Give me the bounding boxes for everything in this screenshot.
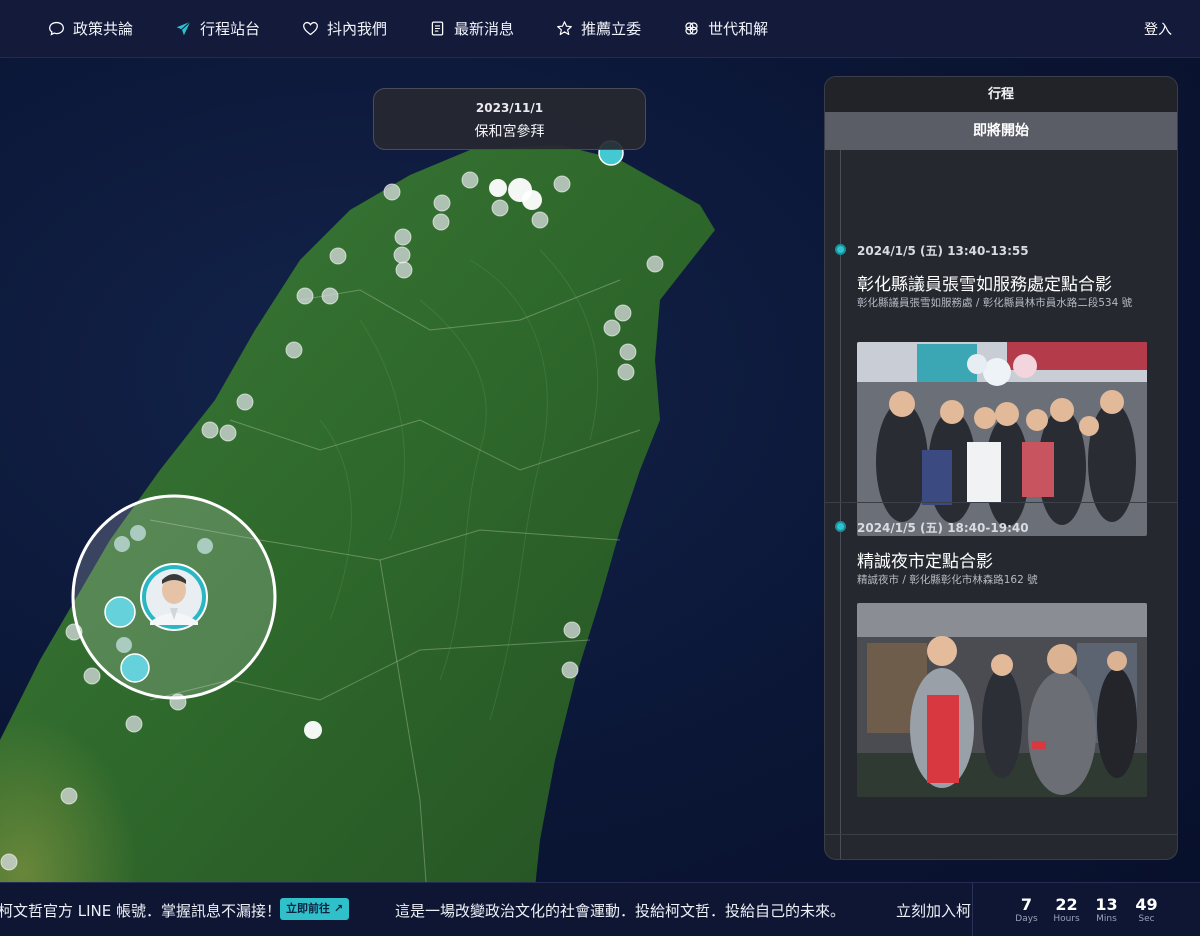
nav-item-recommend[interactable]: 推薦立委 (556, 18, 641, 39)
night-market-photo (857, 603, 1147, 797)
news-marquee: 柯文哲官方 LINE 帳號．掌握訊息不漏接！ 立即前往 ↗ 這是一場改變政治文化… (0, 883, 972, 936)
nav-item-label: 世代和解 (708, 20, 769, 38)
line-promo-text: 柯文哲官方 LINE 帳號．掌握訊息不漏接！ (0, 902, 282, 920)
event-item[interactable]: 2024/1/5 (五) 18:40-19:40 精誠夜市定點合影 精誠夜市 /… (825, 503, 1177, 833)
event-title: 彰化縣議員張雪如服務處定點合影 (857, 275, 1112, 295)
countdown-unit: Hours (1053, 914, 1080, 924)
star-icon (557, 21, 572, 36)
nav-item-label: 政策共論 (73, 20, 134, 38)
chat-bubble-icon (49, 21, 64, 36)
countdown-hours: 22 Hours (1050, 896, 1084, 925)
slogan-text: 這是一場改變政治文化的社會運動．投給柯文哲．投給自己的未來。 (395, 902, 846, 920)
paper-plane-icon (176, 21, 191, 36)
login-button[interactable]: 登入 (1144, 19, 1172, 39)
countdown-value: 13 (1095, 895, 1118, 914)
nav-item-label: 推薦立委 (581, 20, 642, 38)
nav-item-label: 行程站台 (200, 20, 261, 38)
countdown-unit: Mins (1096, 914, 1117, 924)
tooltip-title: 保和宮參拜 (474, 124, 545, 140)
nav-item-donate[interactable]: 抖內我們 (302, 18, 387, 39)
heart-icon (303, 21, 318, 36)
countdown-mins: 13 Mins (1090, 896, 1124, 925)
nav-item-policy[interactable]: 政策共論 (48, 18, 133, 39)
event-photo[interactable] (857, 603, 1147, 797)
event-place: 精誠夜市 / 彰化縣彰化市林森路162 號 (857, 574, 1038, 586)
interlock-icon (685, 22, 698, 35)
panel-header: 行程 (825, 77, 1177, 112)
countdown-unit: Sec (1138, 914, 1155, 924)
location-tooltip: 2023/11/1 保和宮參拜 (373, 88, 646, 150)
event-title: 精誠夜市定點合影 (857, 552, 993, 572)
event-time: 2024/1/5 (五) 13:40-13:55 (857, 244, 1029, 258)
countdown-sec: 49 Sec (1130, 896, 1164, 925)
event-separator (825, 834, 1177, 835)
nav-item-news[interactable]: 最新消息 (429, 18, 514, 39)
nav-item-label: 抖內我們 (327, 20, 388, 38)
document-icon (431, 21, 444, 36)
countdown-value: 49 (1135, 895, 1158, 914)
countdown-value: 7 (1020, 895, 1033, 914)
countdown-days: 7 Days (1010, 896, 1044, 925)
timeline-dot (835, 244, 846, 255)
nav-item-label: 最新消息 (454, 20, 515, 38)
avatar-marker (140, 563, 208, 631)
countdown-timer: 7 Days 22 Hours 13 Mins 49 Sec (972, 883, 1200, 936)
join-link[interactable]: 立刻加入柯 (896, 900, 971, 921)
event-time: 2024/1/5 (五) 18:40-19:40 (857, 521, 1029, 535)
panel-subheader: 即將開始 (825, 112, 1177, 150)
nav-item-reconcile[interactable]: 世代和解 (683, 18, 768, 39)
schedule-panel: 行程 即將開始 2024/1/5 (五) 13:40-13:55 彰化縣議員張雪… (824, 76, 1178, 860)
event-place: 彰化縣議員張雪如服務處 / 彰化縣員林市員水路二段534 號 (857, 297, 1133, 309)
goto-line-button[interactable]: 立即前往 ↗ (280, 898, 350, 920)
timeline-dot (835, 521, 846, 532)
event-item[interactable]: 2024/1/5 (五) 13:40-13:55 彰化縣議員張雪如服務處定點合影… (825, 150, 1177, 536)
countdown-unit: Days (1015, 914, 1038, 924)
tooltip-date: 2023/11/1 (475, 101, 544, 115)
bottom-bar: 柯文哲官方 LINE 帳號．掌握訊息不漏接！ 立即前往 ↗ 這是一場改變政治文化… (0, 882, 1200, 936)
countdown-value: 22 (1055, 895, 1078, 914)
top-nav: 政策共論 行程站台 抖內我們 最新消息 推薦立委 世代和解 登入 (0, 0, 1200, 58)
nav-item-schedule[interactable]: 行程站台 (175, 18, 260, 39)
